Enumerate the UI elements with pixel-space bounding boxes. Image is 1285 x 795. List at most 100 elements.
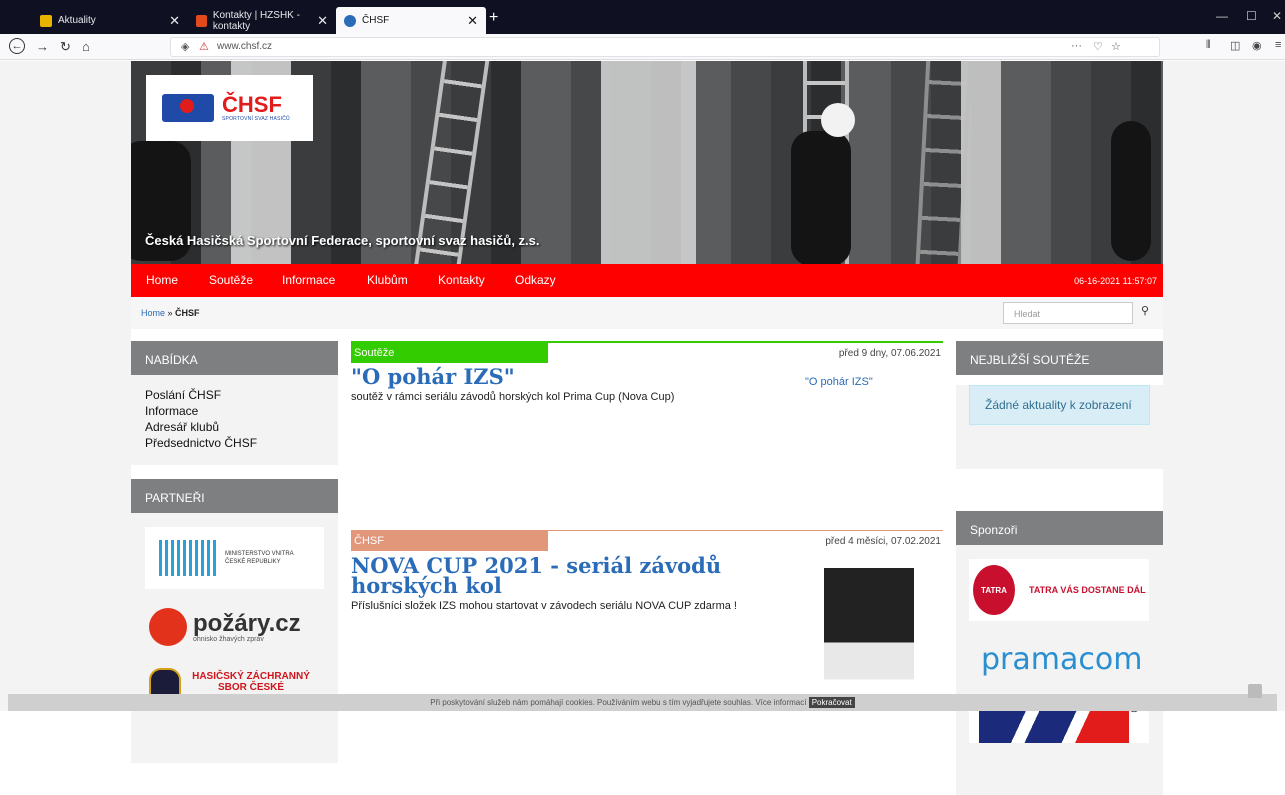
sidebar-icon[interactable]: ◫ [1230, 39, 1240, 52]
logo-subtext: SPORTOVNÍ SVAZ HASIČŮ [222, 116, 290, 122]
forward-icon[interactable]: → [36, 39, 49, 54]
site-logo[interactable]: ČHSF SPORTOVNÍ SVAZ HASIČŮ [146, 75, 313, 141]
close-icon[interactable]: ✕ [317, 13, 328, 29]
breadcrumb-trail: Home » ČHSF [141, 308, 200, 318]
bookmark-star-icon[interactable]: ☆ [1111, 40, 1121, 53]
account-icon[interactable]: ◉ [1252, 39, 1262, 52]
home-icon[interactable]: ⌂ [82, 39, 90, 54]
library-icon[interactable]: ⫴ [1206, 39, 1211, 52]
tab-kontakty[interactable]: Kontakty | HZSHK - kontakty ✕ [188, 7, 336, 34]
site-container: ČHSF SPORTOVNÍ SVAZ HASIČŮ Česká Hasičsk… [131, 61, 1163, 795]
reload-icon[interactable]: ↻ [60, 39, 71, 55]
back-icon[interactable]: ← [9, 38, 25, 54]
breadcrumb-home[interactable]: Home [141, 308, 165, 318]
nabidka-item[interactable]: Adresář klubů [145, 419, 324, 435]
sponsor-name: TATRA VÁS DOSTANE DÁL [1029, 585, 1146, 595]
window-close-icon[interactable]: ✕ [1272, 9, 1282, 23]
sponsor-pramacom[interactable]: pramacom [969, 631, 1149, 687]
partner-name: požáry.cz [193, 609, 301, 637]
sponsor-tatra[interactable]: TATRA TATRA VÁS DOSTANE DÁL [969, 559, 1149, 621]
maximize-icon[interactable]: ☐ [1246, 9, 1257, 23]
nabidka-item[interactable]: Poslání ČHSF [145, 387, 324, 403]
chsf-icon [344, 14, 356, 27]
sponsors-heading: Sponzoři [956, 511, 1163, 545]
tab-label: Aktuality [58, 15, 96, 26]
pocket-icon[interactable]: ♡ [1093, 40, 1103, 53]
menu-item-kontakty[interactable]: Kontakty [438, 273, 485, 287]
runner-image [791, 131, 851, 264]
articles-column: Soutěže před 9 dny, 07.06.2021 "O pohár … [351, 341, 943, 692]
article-text: soutěž v rámci seriálu závodů horských k… [351, 391, 675, 403]
menu-item-klubum[interactable]: Klubům [367, 273, 408, 287]
mvcr-logo-icon [159, 540, 219, 576]
nabidka-heading: NABÍDKA [131, 341, 338, 375]
lock-icon [1248, 684, 1262, 698]
flame-logo-icon [149, 608, 187, 646]
nabidka-item[interactable]: Informace [145, 403, 324, 419]
menu-icon[interactable]: ≡ [1275, 39, 1281, 51]
browser-tab-bar: Aktuality ✕ Kontakty | HZSHK - kontakty … [0, 0, 1285, 34]
browser-nav-bar: ← → ↻ ⌂ ◈ ⚠ www.chsf.cz ··· ♡ ☆ ⫴ ◫ ◉ ≡ [0, 34, 1285, 60]
insecure-lock-icon[interactable]: ⚠ [199, 40, 209, 53]
article-category[interactable]: ČHSF [351, 531, 548, 551]
breadcrumb: Home » ČHSF Hledat ⚲ [131, 297, 1163, 329]
cookie-bar: Při poskytování služeb nám pomáhají cook… [8, 694, 1277, 711]
partner-name: MINISTERSTVO VNITRA ČESKÉ REPUBLIKY [225, 551, 294, 565]
breadcrumb-separator: » [165, 308, 176, 318]
minimize-icon[interactable]: — [1216, 9, 1228, 23]
partner-subtext: ohnisko žhavých zpráv [193, 635, 264, 643]
article-image-link[interactable]: "O pohár IZS" [805, 376, 873, 388]
partners-list: MINISTERSTVO VNITRA ČESKÉ REPUBLIKY požá… [131, 513, 338, 763]
tab-aktuality[interactable]: Aktuality ✕ [32, 7, 188, 34]
tab-label: ČHSF [362, 15, 390, 26]
cookie-more-link[interactable]: Více informací [755, 698, 806, 707]
search-icon[interactable]: ⚲ [1141, 304, 1149, 317]
nearest-box: Žádné aktuality k zobrazení [956, 385, 1163, 469]
search-input[interactable]: Hledat [1003, 302, 1133, 324]
article-header: ČHSF před 4 měsíci, 07.02.2021 [351, 530, 943, 552]
nabidka-item[interactable]: Předsednictvo ČHSF [145, 435, 324, 451]
no-news-alert: Žádné aktuality k zobrazení [969, 385, 1150, 425]
date-time: 06-16-2021 11:57:07 [1074, 276, 1157, 286]
site-tagline: Česká Hasičská Sportovní Federace, sport… [145, 233, 540, 248]
right-column: NEJBLIŽŠÍ SOUTĚŽE Žádné aktuality k zobr… [956, 341, 1163, 795]
nearest-heading: NEJBLIŽŠÍ SOUTĚŽE [956, 341, 1163, 375]
runner-logo-icon [162, 94, 214, 122]
runner-image [1111, 121, 1151, 261]
menu-item-home[interactable]: Home [146, 273, 178, 287]
more-icon[interactable]: ··· [1071, 40, 1082, 52]
menu-item-odkazy[interactable]: Odkazy [515, 273, 556, 287]
tab-label: Kontakty | HZSHK - kontakty [212, 9, 300, 32]
breadcrumb-current: ČHSF [175, 308, 200, 318]
tatra-logo-icon: TATRA [973, 565, 1015, 615]
shield-icon[interactable]: ◈ [181, 40, 189, 53]
close-icon[interactable]: ✕ [467, 13, 478, 29]
article: ČHSF před 4 měsíci, 07.02.2021 NOVA CUP … [351, 530, 943, 692]
joomla-icon [40, 14, 52, 27]
sponsors-list: TATRA TATRA VÁS DOSTANE DÁL pramacom ® [956, 545, 1163, 795]
menu-item-informace[interactable]: Informace [282, 273, 335, 287]
header-banner: ČHSF SPORTOVNÍ SVAZ HASIČŮ Česká Hasičsk… [131, 61, 1163, 264]
partneri-heading: PARTNEŘI [131, 479, 338, 513]
article-date: před 4 měsíci, 07.02.2021 [825, 536, 941, 547]
close-icon[interactable]: ✕ [169, 13, 180, 29]
hzs-icon [196, 14, 207, 27]
nabidka-list: Poslání ČHSF Informace Adresář klubů Pře… [131, 375, 338, 465]
article-category[interactable]: Soutěže [351, 343, 548, 363]
url-text: www.chsf.cz [217, 41, 273, 52]
helmet-image [821, 103, 855, 137]
menu-item-souteze[interactable]: Soutěže [209, 273, 253, 287]
cookie-text: Při poskytování služeb nám pomáhají cook… [430, 698, 754, 707]
url-bar[interactable]: ◈ ⚠ www.chsf.cz ··· ♡ ☆ [170, 37, 1160, 57]
article-header: Soutěže před 9 dny, 07.06.2021 [351, 341, 943, 363]
tab-chsf[interactable]: ČHSF ✕ [336, 7, 486, 34]
partner-mvcr[interactable]: MINISTERSTVO VNITRA ČESKÉ REPUBLIKY [145, 527, 324, 589]
article-title[interactable]: NOVA CUP 2021 - seriál závodů horských k… [351, 555, 791, 596]
new-tab-icon[interactable]: + [489, 9, 498, 27]
article-date: před 9 dny, 07.06.2021 [838, 348, 941, 359]
nova-cup-poster-image[interactable] [824, 568, 914, 692]
sponsor-name: pramacom [981, 641, 1143, 677]
cookie-accept-button[interactable]: Pokračovat [808, 697, 855, 708]
partner-pozary[interactable]: požáry.cz ohnisko žhavých zpráv [145, 599, 324, 655]
main-menu: Home Soutěže Informace Klubům Kontakty O… [131, 264, 1163, 297]
